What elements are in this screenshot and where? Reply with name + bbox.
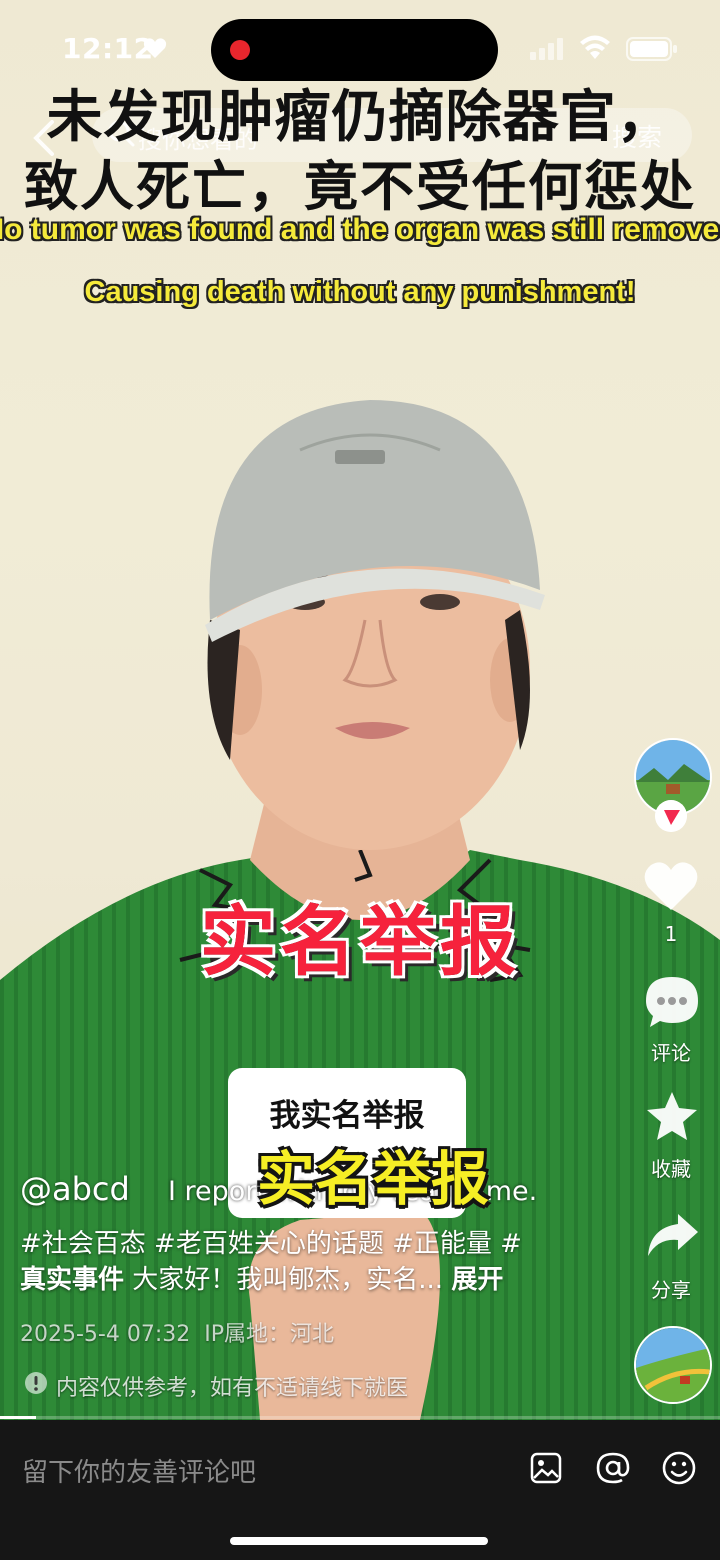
comment-input[interactable]: 留下你的友善评论吧 bbox=[22, 1452, 256, 1489]
info-icon bbox=[25, 1372, 47, 1394]
image-picker-icon[interactable] bbox=[530, 1452, 562, 1484]
favorite-label: 收藏 bbox=[651, 1157, 691, 1181]
status-time: 12:12 bbox=[62, 32, 154, 65]
like-count: 1 bbox=[664, 922, 678, 946]
video-progress-track[interactable] bbox=[0, 1416, 720, 1419]
medical-disclaimer: 内容仅供参考，如有不适请线下就医 bbox=[56, 1376, 409, 1401]
home-indicator[interactable] bbox=[230, 1537, 488, 1545]
status-heart-icon bbox=[143, 38, 167, 58]
post-meta: 2025-5-4 07:32 IP属地：河北 bbox=[20, 1316, 334, 1348]
share-label: 分享 bbox=[651, 1278, 691, 1302]
expand-button[interactable]: 展开 bbox=[451, 1265, 503, 1295]
music-landscape-image bbox=[636, 1328, 710, 1402]
post-description[interactable]: #社会百态 #老百姓关心的话题 #正能量 # 真实事件 大家好！我叫郇杰，实名.… bbox=[20, 1226, 550, 1298]
hashtags-line[interactable]: #社会百态 #老百姓关心的话题 #正能量 # bbox=[20, 1226, 550, 1262]
caption-card-text: 我实名举报 bbox=[269, 1098, 425, 1134]
cellular-signal-icon bbox=[530, 38, 563, 60]
hashtag-real-event[interactable]: 真实事件 bbox=[20, 1265, 124, 1295]
wifi-icon bbox=[580, 35, 610, 59]
real-name-report-banner: 实名举报 bbox=[200, 900, 520, 985]
music-disc-avatar[interactable] bbox=[634, 1326, 712, 1404]
emoji-icon[interactable] bbox=[662, 1451, 696, 1485]
post-date: 2025-5-4 07:32 bbox=[20, 1322, 191, 1347]
video-subtitle-en-2: Causing death without any punishment! bbox=[84, 276, 636, 308]
author-handle[interactable]: @abcd bbox=[20, 1170, 130, 1208]
video-screen[interactable]: 12:12 搜你想看的 搜索 未发现肿瘤仍摘除器官， 致人死亡，竟不受任何惩处 … bbox=[0, 0, 720, 1560]
caption-big-yellow: 实名举报 bbox=[256, 1147, 489, 1212]
comment-bubble-icon[interactable] bbox=[644, 975, 700, 1029]
mention-at-icon[interactable] bbox=[596, 1451, 630, 1485]
follow-plus-icon[interactable] bbox=[655, 800, 687, 832]
share-arrow-icon[interactable] bbox=[646, 1212, 700, 1260]
ip-location: IP属地：河北 bbox=[204, 1322, 335, 1347]
battery-icon bbox=[626, 37, 677, 61]
description-line2: 真实事件 大家好！我叫郇杰，实名... 展开 bbox=[20, 1262, 550, 1298]
favorite-star-icon[interactable] bbox=[645, 1090, 699, 1142]
comment-label: 评论 bbox=[651, 1041, 691, 1065]
video-headline-line1: 未发现肿瘤仍摘除器官， bbox=[46, 85, 674, 148]
like-heart-icon[interactable] bbox=[643, 860, 699, 912]
description-text: 大家好！我叫郇杰，实名... bbox=[124, 1265, 452, 1295]
video-subtitle-en-1: No tumor was found and the organ was sti… bbox=[0, 213, 720, 246]
video-headline-line2: 致人死亡，竟不受任何惩处 bbox=[24, 157, 696, 217]
video-progress-fill bbox=[0, 1416, 36, 1419]
recording-indicator bbox=[230, 40, 250, 60]
